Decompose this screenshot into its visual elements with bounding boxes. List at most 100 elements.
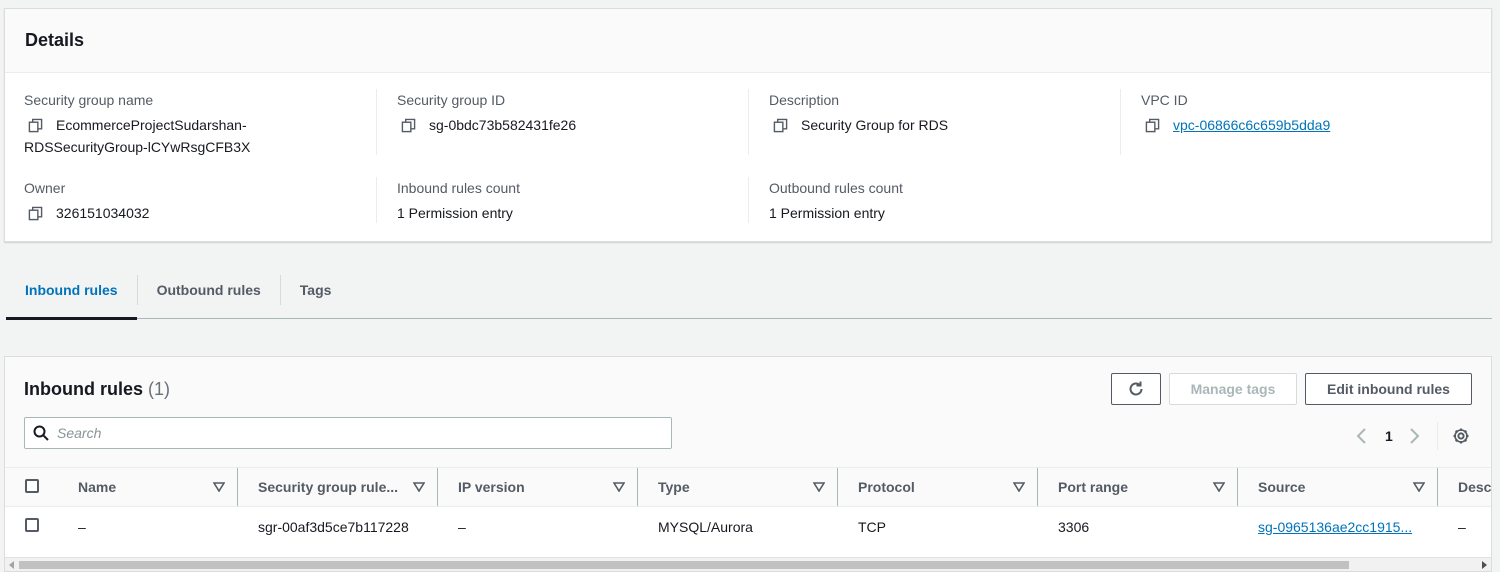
column-label: Source (1258, 479, 1306, 495)
column-label: Type (658, 479, 690, 495)
column-header-source[interactable]: Source (1238, 468, 1438, 507)
details-header: Details (5, 9, 1491, 73)
column-divider (376, 177, 377, 223)
column-label: Name (78, 479, 117, 495)
tab-outbound-rules[interactable]: Outbound rules (138, 262, 280, 318)
sort-caret-icon[interactable] (213, 482, 225, 492)
sort-caret-icon[interactable] (1213, 482, 1225, 492)
inbound-count-field: Inbound rules count 1 Permission entry (397, 179, 520, 224)
column-divider (748, 177, 749, 223)
cell-protocol: TCP (858, 518, 886, 535)
row-select-cell (5, 507, 58, 547)
owner-value: 326151034032 (56, 205, 150, 221)
column-label: Descr (1458, 479, 1492, 495)
column-label: IP version (458, 479, 525, 495)
tab-tags[interactable]: Tags (281, 262, 351, 318)
description-field: Description Security Group for RDS (769, 91, 948, 136)
owner-label: Owner (24, 180, 66, 196)
inbound-rules-title-text: Inbound rules (24, 379, 143, 399)
refresh-button[interactable] (1111, 373, 1161, 405)
vpc-id-label: VPC ID (1141, 92, 1188, 108)
outbound-count-field: Outbound rules count 1 Permission entry (769, 179, 903, 224)
select-all-cell (5, 468, 58, 507)
edit-inbound-rules-button[interactable]: Edit inbound rules (1305, 373, 1472, 405)
source-link[interactable]: sg-0965136ae2cc1915... (1258, 519, 1412, 535)
cell-rule-id: sgr-00af3d5ce7b117228 (258, 518, 409, 535)
chevron-right-icon[interactable] (1407, 427, 1421, 445)
table-header-row: Name Security group rule... IP version T… (5, 467, 1492, 507)
horizontal-scrollbar[interactable] (5, 557, 1491, 571)
column-divider (1120, 89, 1121, 155)
scroll-left-arrow-icon[interactable] (8, 561, 16, 569)
cell-port-range: 3306 (1058, 518, 1090, 535)
description-value: Security Group for RDS (801, 117, 949, 133)
owner-field: Owner 326151034032 (24, 179, 149, 224)
column-header-description[interactable]: Descr (1438, 468, 1492, 507)
sg-name-value-line1: EcommerceProjectSudarshan- (56, 117, 247, 133)
cell-type: MYSQL/Aurora (658, 518, 753, 535)
details-panel: Details Security group name EcommercePro… (4, 8, 1492, 242)
page-number[interactable]: 1 (1385, 428, 1393, 444)
inbound-rules-table: Name Security group rule... IP version T… (5, 467, 1492, 547)
outbound-count-value: 1 Permission entry (769, 205, 885, 221)
column-header-name[interactable]: Name (58, 468, 238, 507)
column-header-protocol[interactable]: Protocol (838, 468, 1038, 507)
column-header-ip-version[interactable]: IP version (438, 468, 638, 507)
sg-id-field: Security group ID sg-0bdc73b582431fe26 (397, 91, 576, 136)
cell-description: – (1458, 518, 1466, 535)
copy-icon[interactable] (769, 114, 801, 136)
column-label: Protocol (858, 479, 915, 495)
pagination: 1 (1355, 422, 1470, 450)
row-checkbox[interactable] (25, 518, 39, 533)
search-icon (33, 425, 49, 441)
inbound-rules-count: (1) (148, 379, 171, 399)
manage-tags-button[interactable]: Manage tags (1169, 373, 1297, 405)
inbound-count-value: 1 Permission entry (397, 205, 513, 221)
column-divider (748, 89, 749, 155)
inbound-rules-panel: Inbound rules (1) Manage tags Edit inbou… (4, 356, 1492, 572)
tab-inbound-rules[interactable]: Inbound rules (6, 262, 137, 320)
search-input[interactable] (57, 425, 617, 441)
sort-caret-icon[interactable] (613, 482, 625, 492)
sg-name-value-line2: RDSSecurityGroup-lCYwRsgCFB3X (24, 139, 251, 155)
inbound-rules-header: Inbound rules (1) Manage tags Edit inbou… (5, 357, 1491, 467)
sg-name-label: Security group name (24, 92, 154, 108)
inbound-rules-title: Inbound rules (1) (24, 379, 170, 400)
column-header-rule-id[interactable]: Security group rule... (238, 468, 438, 507)
chevron-left-icon[interactable] (1355, 427, 1369, 445)
pager-divider (1436, 422, 1438, 450)
copy-icon[interactable] (397, 114, 429, 136)
table-row[interactable]: – sgr-00af3d5ce7b117228 – MYSQL/Aurora T… (5, 507, 1491, 547)
copy-icon[interactable] (24, 202, 56, 224)
details-title: Details (25, 30, 85, 50)
sort-caret-icon[interactable] (813, 482, 825, 492)
sort-caret-icon[interactable] (413, 482, 425, 492)
copy-icon[interactable] (1141, 114, 1173, 136)
column-label: Security group rule... (258, 479, 399, 495)
sort-caret-icon[interactable] (1013, 482, 1025, 492)
vpc-id-link[interactable]: vpc-06866c6c659b5dda9 (1173, 114, 1330, 136)
cell-ip-version: – (458, 518, 466, 535)
cell-source: sg-0965136ae2cc1915... (1238, 507, 1438, 547)
sg-id-value: sg-0bdc73b582431fe26 (429, 117, 577, 133)
column-header-port-range[interactable]: Port range (1038, 468, 1238, 507)
vpc-id-field: VPC ID vpc-06866c6c659b5dda9 (1141, 91, 1330, 136)
outbound-count-label: Outbound rules count (769, 180, 903, 196)
select-all-checkbox[interactable] (25, 478, 39, 493)
copy-icon[interactable] (24, 114, 56, 136)
description-label: Description (769, 92, 840, 108)
sg-id-label: Security group ID (397, 92, 506, 108)
gear-icon[interactable] (1452, 427, 1470, 445)
scroll-right-arrow-icon[interactable] (1480, 561, 1488, 569)
column-divider (376, 89, 377, 155)
sort-caret-icon[interactable] (1413, 482, 1425, 492)
scrollbar-thumb[interactable] (19, 561, 1349, 569)
inbound-count-label: Inbound rules count (397, 180, 520, 196)
column-header-type[interactable]: Type (638, 468, 838, 507)
cell-name: – (78, 518, 86, 535)
search-field[interactable] (24, 417, 672, 449)
refresh-icon (1129, 381, 1143, 396)
column-label: Port range (1058, 479, 1129, 495)
sg-name-field: Security group name EcommerceProjectSuda… (24, 91, 364, 158)
tab-bar: Inbound rules Outbound rules Tags (6, 262, 1492, 320)
